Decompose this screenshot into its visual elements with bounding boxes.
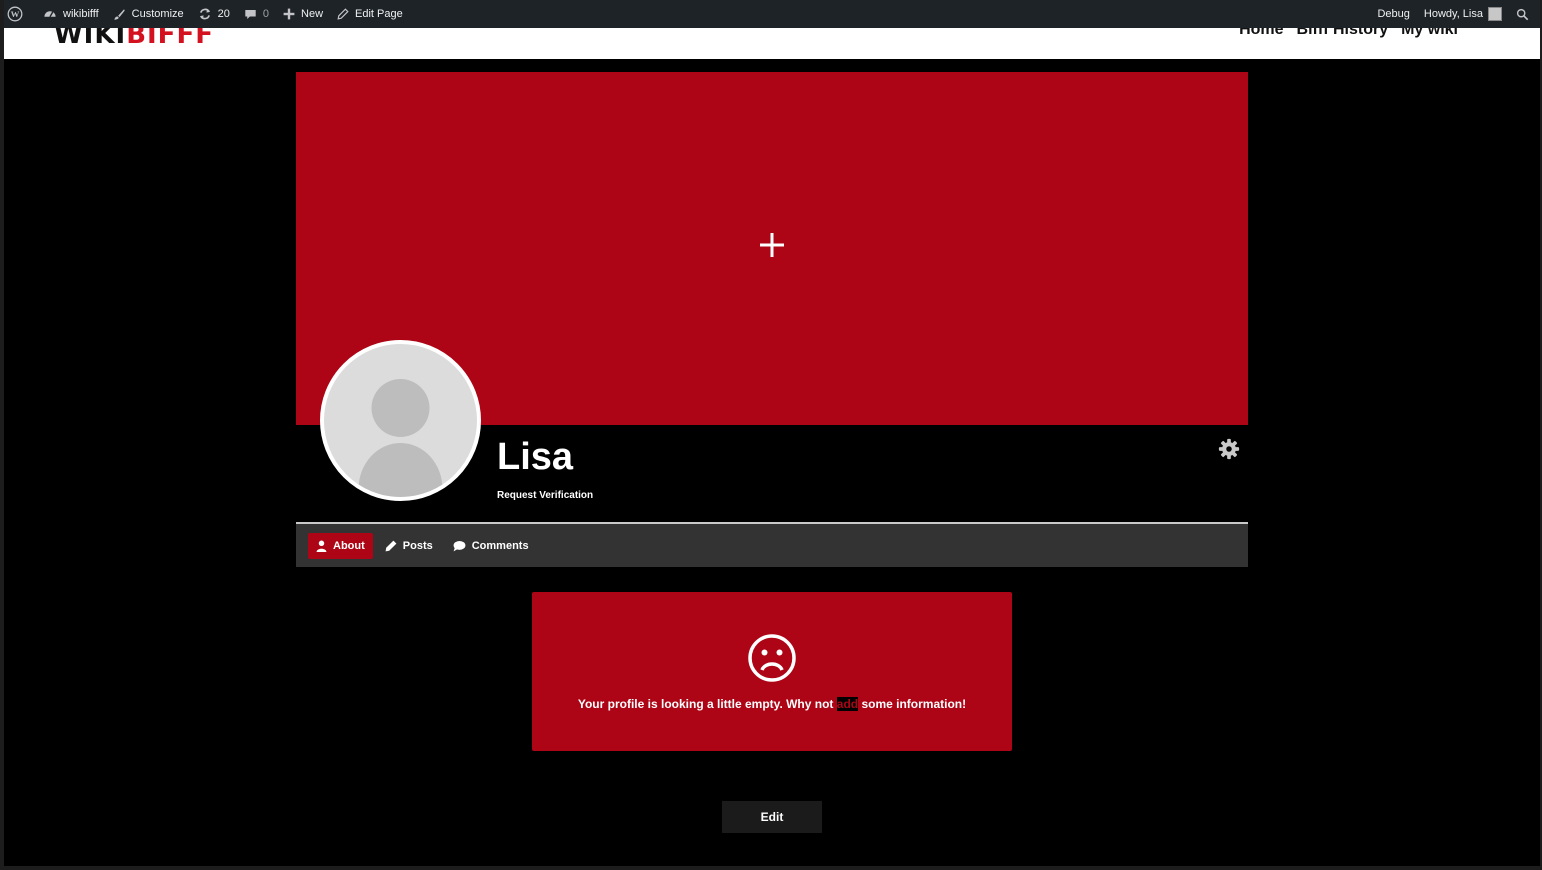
tab-about[interactable]: About [308,532,373,559]
edit-pencil-icon [337,8,349,20]
pencil-icon [385,540,397,551]
svg-text:W: W [11,9,20,19]
comments-link[interactable]: 0 [237,0,276,28]
debug-label: Debug [1377,8,1410,20]
nav-item-my-wiki[interactable]: My wiki [1401,28,1458,39]
default-user-silhouette-icon [358,379,443,497]
tab-posts-label: Posts [402,539,433,552]
updates-link[interactable]: 20 [191,0,237,28]
logo-text-wiki: WIKI [54,28,127,50]
edit-profile-button[interactable]: Edit [722,801,822,833]
site-header: WIKIBIFFF Home Bifff History My wiki [4,28,1540,59]
tab-posts[interactable]: Posts [377,533,441,559]
comment-bubble-icon [245,9,256,19]
wordpress-logo-button[interactable]: W [4,0,36,28]
logo-text-bifff: BIFFF [126,28,214,50]
empty-profile-message: Your profile is looking a little empty. … [532,697,1012,711]
edit-page-link[interactable]: Edit Page [330,0,410,28]
tab-comments[interactable]: Comments [445,533,537,559]
request-verification-link[interactable]: Request Verification [497,490,593,501]
brush-icon [113,8,125,20]
tab-comments-label: Comments [471,539,529,552]
plus-icon [283,8,295,20]
admin-avatar [1488,7,1502,21]
new-label: New [301,8,324,20]
profile-name: Lisa [497,436,574,478]
gear-icon[interactable] [1218,438,1240,460]
profile-tab-bar: About Posts Comments [296,522,1248,567]
empty-message-text-end: some information! [858,697,967,711]
howdy-label: Howdy, Lisa [1423,8,1483,20]
add-cover-plus-icon[interactable] [759,232,785,258]
wordpress-icon: W [7,6,23,22]
main-navigation: Home Bifff History My wiki [1239,28,1458,39]
edit-page-label: Edit Page [355,8,403,20]
comment-icon [453,540,466,551]
my-account-link[interactable]: Howdy, Lisa [1417,0,1509,28]
nav-item-bifff-history[interactable]: Bifff History [1297,28,1389,39]
updates-count: 20 [217,8,230,20]
debug-link[interactable]: Debug [1370,0,1416,28]
empty-profile-notice: Your profile is looking a little empty. … [532,592,1012,751]
site-logo[interactable]: WIKIBIFFF [54,28,214,50]
admin-bar: W wikibifff Customize 20 0 New Edit Page [4,0,1540,28]
customize-label: Customize [131,8,184,20]
page-frame: W wikibifff Customize 20 0 New Edit Page [4,0,1540,866]
sad-face-icon [748,634,796,682]
search-icon [1516,8,1529,20]
new-content-link[interactable]: New [276,0,330,28]
tab-about-label: About [333,539,365,552]
dashboard-icon [44,11,56,18]
nav-item-home[interactable]: Home [1239,28,1283,39]
admin-search-button[interactable] [1509,0,1540,28]
site-name-link[interactable]: wikibifff [36,0,106,28]
site-name: wikibifff [63,8,99,20]
profile-avatar[interactable] [320,340,481,501]
comments-count: 0 [262,8,270,20]
customize-link[interactable]: Customize [106,0,191,28]
user-icon [316,540,327,552]
add-information-link[interactable]: add [836,697,859,711]
empty-message-text-start: Your profile is looking a little empty. … [577,697,837,711]
updates-icon [199,8,210,20]
